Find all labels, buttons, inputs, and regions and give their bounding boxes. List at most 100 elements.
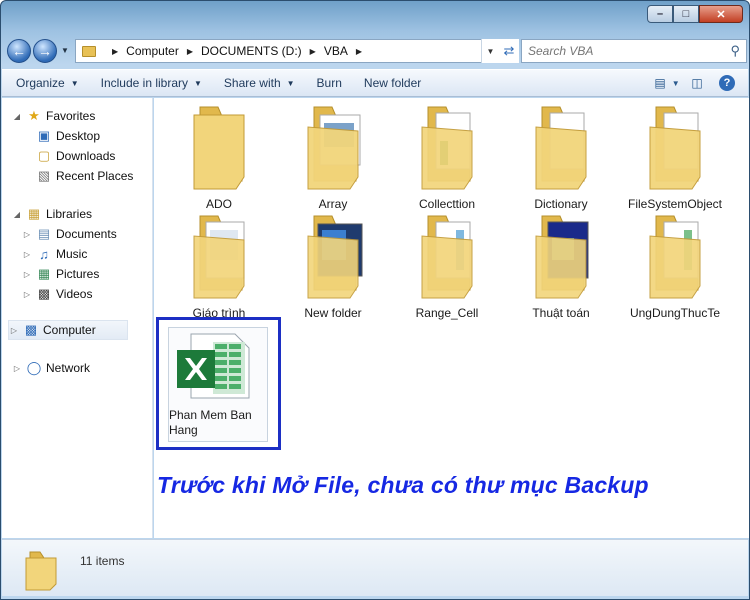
sidebar-item-music[interactable]: ▷ ♫ Music bbox=[22, 244, 87, 264]
folder-icon bbox=[82, 45, 96, 57]
sidebar-item-videos[interactable]: ▷ ▩ Videos bbox=[22, 284, 93, 304]
new-folder-button[interactable]: New folder bbox=[364, 76, 421, 90]
chevron-right-icon[interactable]: ▶ bbox=[187, 47, 193, 56]
preview-pane-icon: ◫ bbox=[691, 76, 703, 90]
refresh-icon[interactable]: ⇄ bbox=[504, 43, 515, 59]
network-icon: ◯ bbox=[26, 360, 42, 375]
folder-icon bbox=[193, 106, 245, 190]
collapse-arrow-icon[interactable]: ▷ bbox=[22, 270, 32, 279]
expand-arrow-icon[interactable]: ◢ bbox=[12, 112, 22, 121]
chevron-down-icon: ▼ bbox=[671, 78, 680, 88]
videos-icon: ▩ bbox=[37, 286, 51, 301]
folder-item-collecttion[interactable]: Collecttion bbox=[390, 101, 504, 211]
sidebar-item-downloads[interactable]: ▢ Downloads bbox=[32, 146, 116, 166]
chevron-down-icon: ▼ bbox=[194, 78, 202, 88]
star-icon: ★ bbox=[28, 108, 40, 123]
search-box[interactable]: ⚲ bbox=[521, 39, 747, 63]
breadcrumb-computer[interactable]: Computer bbox=[126, 44, 179, 58]
preview-pane-button[interactable]: ◫ bbox=[686, 74, 708, 92]
sidebar-item-libraries[interactable]: ◢ ▦ Libraries bbox=[12, 204, 92, 224]
sidebar-item-label: Documents bbox=[56, 227, 117, 241]
sidebar-item-label: Favorites bbox=[46, 109, 96, 123]
folder-icon bbox=[535, 215, 589, 299]
chevron-right-icon[interactable]: ▶ bbox=[356, 47, 362, 56]
search-input[interactable] bbox=[528, 44, 708, 58]
folder-item-ungdungthucte[interactable]: UngDungThucTe bbox=[618, 210, 732, 320]
sidebar-item-label: Computer bbox=[43, 323, 96, 337]
burn-label: Burn bbox=[316, 76, 342, 90]
documents-icon: ▤ bbox=[37, 226, 51, 241]
chevron-right-icon[interactable]: ▶ bbox=[112, 47, 118, 56]
folder-name: FileSystemObject bbox=[627, 197, 723, 211]
address-tools: ▼ ⇄ bbox=[481, 39, 519, 63]
folder-item-filesystemobject[interactable]: FileSystemObject bbox=[618, 101, 732, 211]
libraries-icon: ▦ bbox=[27, 206, 41, 221]
folder-name: Collecttion bbox=[418, 197, 476, 211]
collapse-arrow-icon[interactable]: ▷ bbox=[22, 290, 32, 299]
include-in-library-menu[interactable]: Include in library ▼ bbox=[101, 76, 202, 90]
file-list: ADO Array Collecttion Dictionary FileSys… bbox=[154, 98, 749, 538]
folder-item-ado[interactable]: ADO bbox=[162, 101, 276, 211]
folder-icon bbox=[25, 551, 57, 591]
downloads-folder-icon: ▢ bbox=[37, 148, 51, 163]
sidebar-item-recent-places[interactable]: ▧ Recent Places bbox=[32, 166, 134, 186]
desktop-icon: ▣ bbox=[37, 128, 51, 143]
close-button[interactable]: ✕ bbox=[699, 5, 743, 23]
sidebar-item-documents[interactable]: ▷ ▤ Documents bbox=[22, 224, 117, 244]
back-button[interactable]: ← bbox=[7, 39, 31, 63]
sidebar-item-label: Recent Places bbox=[56, 169, 134, 183]
caption-buttons: – □ ✕ bbox=[647, 5, 743, 23]
folder-icon bbox=[193, 215, 245, 299]
recent-pages-dropdown[interactable]: ▼ bbox=[61, 46, 69, 55]
explorer-window: – □ ✕ ← → ▼ ▶ Computer ▶ DOCUMENTS (D:) … bbox=[0, 0, 750, 600]
include-in-library-label: Include in library bbox=[100, 76, 188, 90]
sidebar-item-favorites[interactable]: ◢ ★ Favorites bbox=[12, 106, 95, 126]
help-button[interactable]: ? bbox=[716, 74, 738, 92]
folder-name: ADO bbox=[205, 197, 232, 211]
view-controls: ▤ ▼ ◫ ? bbox=[648, 74, 738, 92]
sidebar-item-label: Desktop bbox=[56, 129, 101, 143]
sidebar-item-label: Pictures bbox=[56, 267, 100, 281]
sidebar-item-computer[interactable]: ▷ ▩ Computer bbox=[8, 320, 128, 340]
breadcrumb-vba[interactable]: VBA bbox=[324, 44, 348, 58]
pictures-icon: ▦ bbox=[37, 266, 51, 281]
music-icon: ♫ bbox=[39, 246, 49, 262]
minimize-button[interactable]: – bbox=[647, 5, 673, 23]
folder-icon bbox=[307, 106, 361, 190]
sidebar-item-desktop[interactable]: ▣ Desktop bbox=[32, 126, 100, 146]
search-icon[interactable]: ⚲ bbox=[730, 43, 740, 59]
forward-button[interactable]: → bbox=[33, 39, 57, 63]
computer-icon: ▩ bbox=[24, 322, 38, 337]
collapse-arrow-icon[interactable]: ▷ bbox=[22, 250, 32, 259]
navigation-pane: ◢ ★ Favorites ▣ Desktop ▢ Downloads ▧ Re… bbox=[2, 98, 153, 538]
sidebar-item-pictures[interactable]: ▷ ▦ Pictures bbox=[22, 264, 99, 284]
breadcrumb-documents-drive[interactable]: DOCUMENTS (D:) bbox=[201, 44, 302, 58]
share-with-menu[interactable]: Share with ▼ bbox=[224, 76, 295, 90]
folder-item-array[interactable]: Array bbox=[276, 101, 390, 211]
organize-menu[interactable]: Organize ▼ bbox=[16, 76, 79, 90]
new-folder-label: New folder bbox=[363, 76, 422, 90]
recent-places-icon: ▧ bbox=[37, 168, 51, 183]
collapse-arrow-icon[interactable]: ▷ bbox=[12, 364, 22, 373]
folder-name: UngDungThucTe bbox=[629, 306, 721, 320]
address-dropdown-icon[interactable]: ▼ bbox=[487, 47, 495, 56]
change-view-button[interactable]: ▤ ▼ bbox=[654, 74, 680, 92]
folder-item-range-cell[interactable]: Range_Cell bbox=[390, 210, 504, 320]
folder-item-giao-trinh[interactable]: Giáo trình bbox=[162, 210, 276, 320]
sidebar-item-network[interactable]: ▷ ◯ Network bbox=[12, 358, 90, 378]
item-count: 11 items bbox=[80, 554, 125, 568]
folder-name: New folder bbox=[304, 306, 362, 320]
view-icon: ▤ bbox=[654, 76, 666, 90]
maximize-button[interactable]: □ bbox=[673, 5, 699, 23]
expand-arrow-icon[interactable]: ◢ bbox=[12, 210, 22, 219]
sidebar-item-label: Videos bbox=[56, 287, 93, 301]
folder-item-new-folder[interactable]: New folder bbox=[276, 210, 390, 320]
chevron-down-icon: ▼ bbox=[286, 78, 295, 88]
address-bar[interactable]: ▶ Computer ▶ DOCUMENTS (D:) ▶ VBA ▶ bbox=[75, 39, 519, 63]
burn-button[interactable]: Burn bbox=[317, 76, 342, 90]
collapse-arrow-icon[interactable]: ▷ bbox=[22, 230, 32, 239]
collapse-arrow-icon[interactable]: ▷ bbox=[9, 326, 19, 335]
folder-item-dictionary[interactable]: Dictionary bbox=[504, 101, 618, 211]
folder-item-thuat-toan[interactable]: Thuật toán bbox=[504, 210, 618, 320]
chevron-right-icon[interactable]: ▶ bbox=[310, 47, 316, 56]
